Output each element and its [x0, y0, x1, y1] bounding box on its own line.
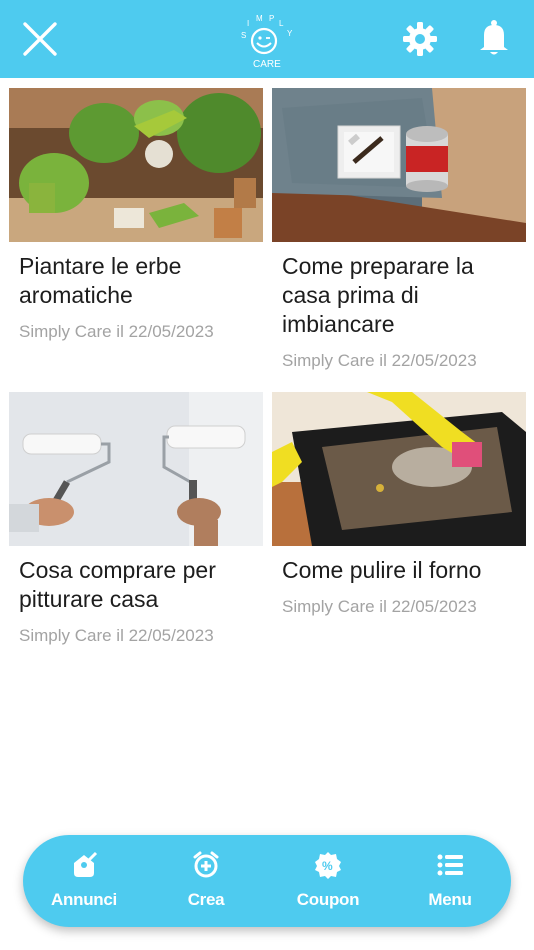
- svg-text:Y: Y: [287, 29, 293, 38]
- bottom-navigation: Annunci Crea % Coupon Menu: [23, 835, 511, 927]
- top-app-bar: S I M P L Y CARE: [0, 0, 534, 78]
- article-title[interactable]: Come preparare la casa prima di imbianca…: [282, 252, 518, 339]
- svg-text:I: I: [247, 19, 249, 28]
- list-icon: [437, 854, 463, 876]
- article-card[interactable]: Cosa comprare per pitturare casa Simply …: [9, 392, 263, 646]
- article-image-herbs[interactable]: [9, 88, 263, 242]
- article-card[interactable]: Come pulire il forno Simply Care il 22/0…: [272, 392, 526, 617]
- article-title[interactable]: Cosa comprare per pitturare casa: [19, 556, 255, 614]
- nav-label: Annunci: [51, 890, 117, 909]
- svg-text:%: %: [322, 859, 333, 873]
- alarm-plus-icon: [193, 851, 219, 878]
- nav-label: Coupon: [296, 890, 360, 909]
- article-meta: Simply Care il 22/05/2023: [19, 626, 214, 645]
- article-image-paint-rollers[interactable]: [9, 392, 263, 546]
- article-meta: Simply Care il 22/05/2023: [282, 597, 477, 616]
- svg-text:S: S: [241, 31, 246, 40]
- article-title[interactable]: Piantare le erbe aromatiche: [19, 252, 255, 310]
- article-image-oven-cleaning[interactable]: [272, 392, 526, 546]
- percent-badge-icon: %: [315, 852, 341, 879]
- tag-edit-icon: [74, 851, 98, 877]
- article-image-paint-prep[interactable]: [272, 88, 526, 242]
- close-icon[interactable]: [22, 21, 58, 57]
- svg-text:P: P: [269, 14, 274, 23]
- article-meta: Simply Care il 22/05/2023: [282, 351, 477, 370]
- nav-annunci[interactable]: Annunci: [23, 835, 145, 927]
- article-card[interactable]: Come preparare la casa prima di imbianca…: [272, 88, 526, 371]
- article-card[interactable]: Piantare le erbe aromatiche Simply Care …: [9, 88, 263, 342]
- svg-text:M: M: [256, 14, 263, 23]
- article-meta: Simply Care il 22/05/2023: [19, 322, 214, 341]
- bell-icon[interactable]: [478, 19, 510, 57]
- nav-label: Crea: [187, 890, 225, 909]
- svg-text:L: L: [279, 19, 284, 28]
- nav-label: Menu: [428, 890, 472, 909]
- nav-menu[interactable]: Menu: [389, 835, 511, 927]
- nav-coupon[interactable]: % Coupon: [267, 835, 389, 927]
- svg-text:CARE: CARE: [253, 59, 281, 70]
- article-title[interactable]: Come pulire il forno: [282, 556, 518, 585]
- nav-crea[interactable]: Crea: [145, 835, 267, 927]
- simply-care-logo[interactable]: S I M P L Y CARE: [236, 14, 298, 70]
- gear-icon[interactable]: [402, 21, 438, 57]
